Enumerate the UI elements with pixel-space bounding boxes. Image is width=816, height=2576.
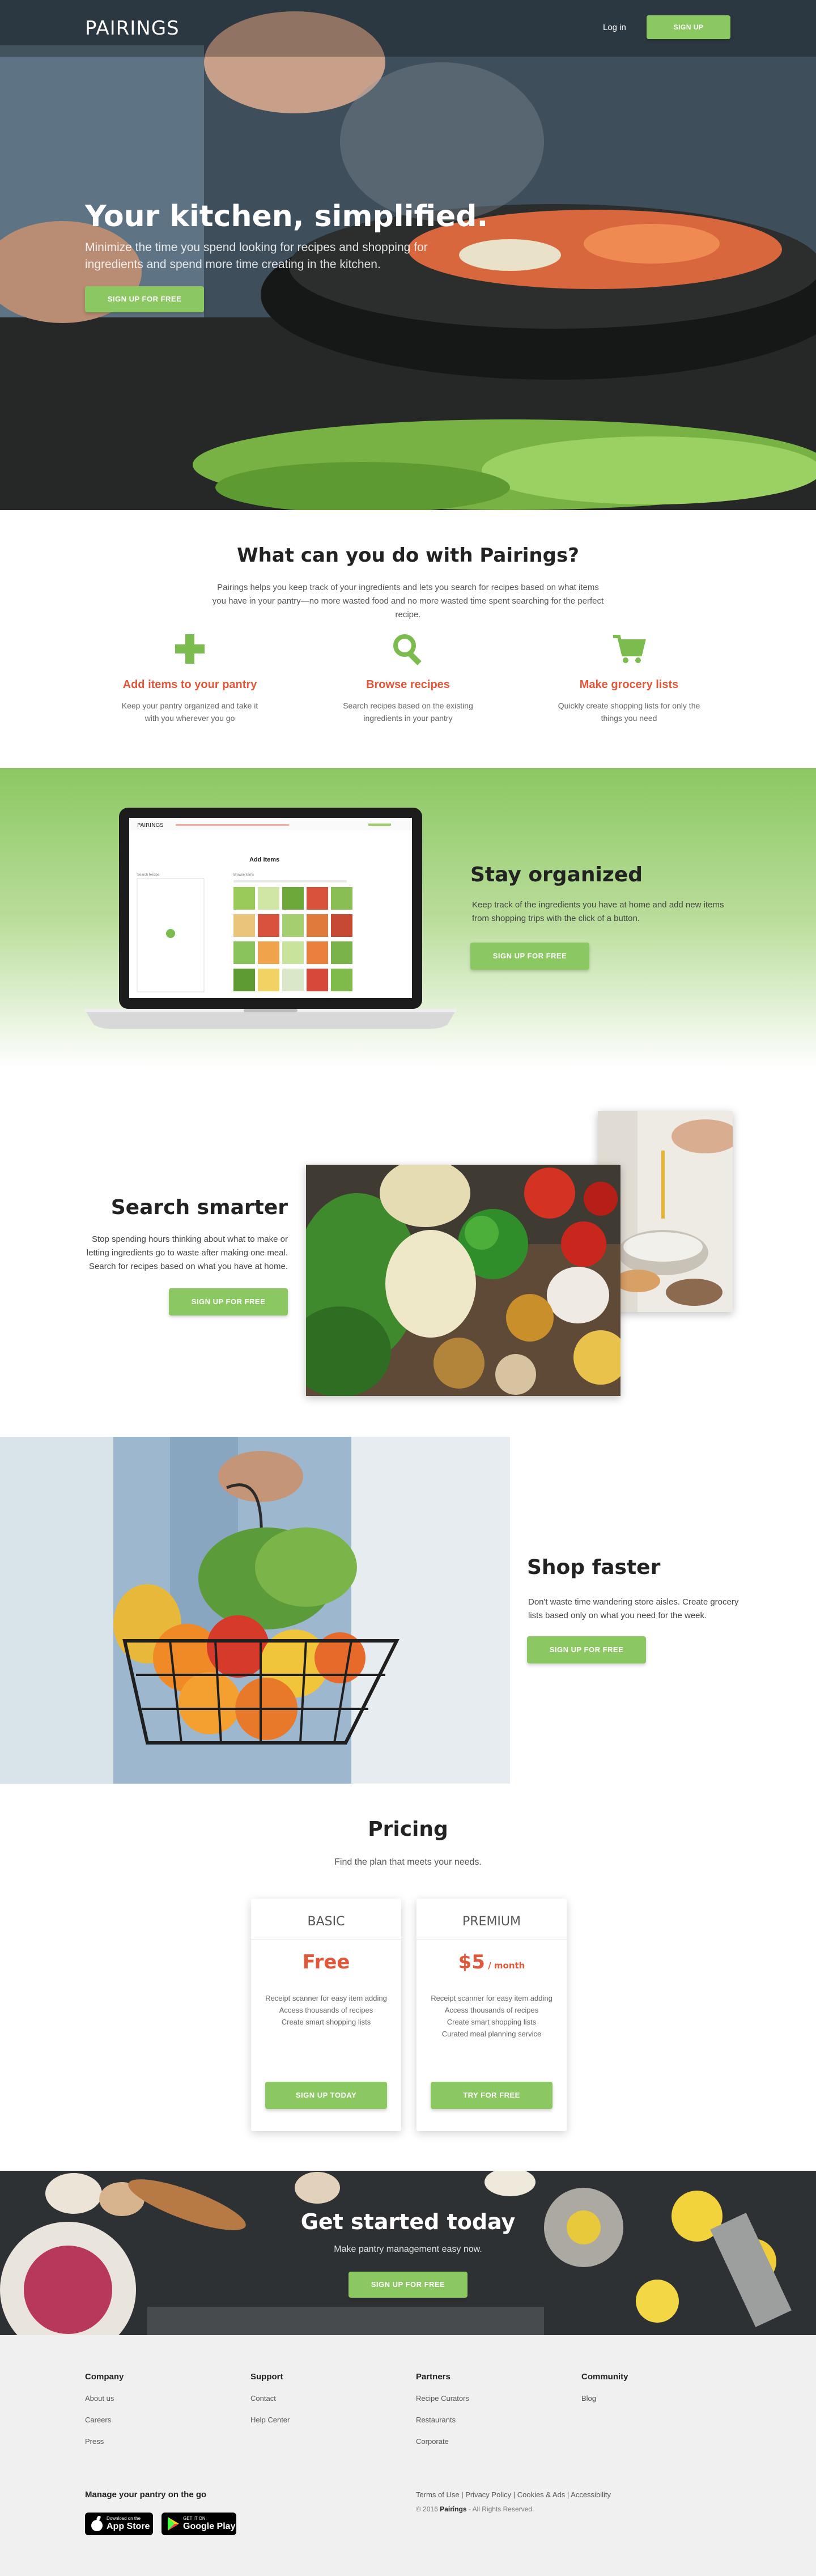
mockup-logo: PAIRINGS [137,822,164,829]
pricing-title: Pricing [368,1818,448,1841]
hero-subtitle: Minimize the time you spend looking for … [85,241,428,271]
terms-link[interactable]: Terms of Use [416,2490,460,2499]
plan-name: BASIC [307,1915,345,1929]
footer-link-careers[interactable]: Careers [85,2416,227,2424]
feature-desc: Quickly create shopping lists for only t… [558,701,700,723]
pricing-card-premium: PREMIUM $5 / month Receipt scanner for e… [416,1899,567,2131]
login-link[interactable]: Log in [603,23,626,32]
feature-title: Make grocery lists [579,678,679,691]
plan-features: Receipt scanner for easy item adding Acc… [251,1992,401,2028]
hero-title: Your kitchen, simplified. [85,200,488,234]
footer-link-contact[interactable]: Contact [250,2394,392,2403]
organized-signup-button[interactable]: SIGN UP FOR FREE [470,943,589,970]
footer: Company About us Careers Press Support C… [0,2335,816,2576]
google-play-small-text: GET IT ON [183,2516,206,2521]
footer-link-curators[interactable]: Recipe Curators [416,2394,558,2403]
shop-signup-button[interactable]: SIGN UP FOR FREE [527,1636,646,1663]
plan-feature: Receipt scanner for easy item adding [265,1994,387,2002]
top-navbar: PAIRINGS Log in SIGN UP [0,0,816,57]
vegetables-photo [306,1165,620,1396]
organized-title: Stay organized [470,863,643,886]
plan-features: Receipt scanner for easy item adding Acc… [416,1992,567,2040]
footer-column-community: Community Blog [581,2372,723,2416]
footer-column-support: Support Contact Help Center [250,2372,392,2437]
basket-photo [0,1437,510,1784]
feature-add-items: Add items to your pantry Keep your pantr… [116,632,264,724]
search-desc: Stop spending hours thinking about what … [86,1234,288,1271]
get-started-title: Get started today [300,2209,516,2234]
plan-feature: Receipt scanner for easy item adding [431,1994,552,2002]
get-started-signup-button[interactable]: SIGN UP FOR FREE [348,2272,468,2298]
shop-desc: Don't waste time wandering store aisles.… [528,1597,739,1620]
features-title: What can you do with Pairings? [237,544,579,567]
footer-heading: Community [581,2372,628,2382]
accessibility-link[interactable]: Accessibility [571,2490,611,2499]
app-store-label: App Store [107,2522,150,2531]
legal-links: Terms of Use | Privacy Policy | Cookies … [416,2490,611,2499]
brand-logo[interactable]: PAIRINGS [85,17,180,40]
cart-icon [613,635,646,663]
footer-link-corporate[interactable]: Corporate [416,2437,558,2446]
search-title: Search smarter [110,1196,288,1219]
search-icon [393,634,422,665]
features-intro: Pairings helps you keep track of your in… [212,583,604,619]
mockup-heading: Add Items [249,856,279,863]
feature-title: Add items to your pantry [122,678,257,691]
laptop-app-mockup: PAIRINGS Add Items Search Recipe Browse … [85,808,456,1029]
cookies-link[interactable]: Cookies & Ads [517,2490,566,2499]
pricing-subtitle: Find the plan that meets your needs. [334,1857,482,1867]
apple-icon [91,2516,103,2531]
features-section: What can you do with Pairings? Pairings … [0,510,816,768]
footer-column-company: Company About us Careers Press [85,2372,227,2459]
footer-heading: Partners [416,2372,450,2382]
plan-feature: Access thousands of recipes [444,2006,539,2014]
mockup-search-label: Search Recipe [137,873,160,877]
get-started-section: Get started today Make pantry management… [0,2171,816,2335]
signup-button[interactable]: SIGN UP [647,15,730,39]
feature-grocery-lists: Make grocery lists Quickly create shoppi… [555,632,703,724]
footer-link-press[interactable]: Press [85,2437,227,2446]
privacy-link[interactable]: Privacy Policy [465,2490,511,2499]
footer-link-about[interactable]: About us [85,2394,227,2403]
app-store-badge[interactable]: Download on the App Store [85,2513,153,2535]
get-started-subtitle: Make pantry management easy now. [334,2244,482,2254]
google-play-icon [168,2517,179,2531]
footer-heading: Company [85,2372,124,2382]
feature-title: Browse recipes [366,678,450,691]
feature-browse-recipes: Browse recipes Search recipes based on t… [334,632,482,724]
shop-section: Shop faster Don't waste time wandering s… [0,1437,816,1784]
plan-feature: Curated meal planning service [441,2030,542,2038]
mockup-browse-label: Browse items [233,873,254,877]
footer-link-restaurants[interactable]: Restaurants [416,2416,558,2424]
google-play-badge[interactable]: GET IT ON Google Play [162,2513,236,2535]
organized-section: PAIRINGS Add Items Search Recipe Browse … [0,768,816,1068]
search-signup-button[interactable]: SIGN UP FOR FREE [169,1288,288,1315]
google-play-label: Google Play [183,2522,236,2531]
manage-on-the-go: Manage your pantry on the go [85,2490,207,2499]
plan-feature: Create smart shopping lists [447,2018,537,2026]
plus-icon [175,634,205,664]
hero-signup-button[interactable]: SIGN UP FOR FREE [85,286,204,312]
feature-desc: Search recipes based on the existing ing… [343,701,473,723]
footer-heading: Support [250,2372,283,2382]
plan-name: PREMIUM [462,1915,521,1929]
basic-signup-button[interactable]: SIGN UP TODAY [265,2082,387,2109]
pricing-card-basic: BASIC Free Receipt scanner for easy item… [251,1899,401,2131]
plan-price: $5 / month [458,1951,525,1974]
app-store-small-text: Download on the [107,2516,141,2521]
pricing-section: Pricing Find the plan that meets your ne… [0,1784,816,2171]
copyright: © 2016 Pairings - All Rights Reserved. [416,2505,534,2513]
feature-desc: Keep your pantry organized and take it w… [121,701,258,723]
footer-column-partners: Partners Recipe Curators Restaurants Cor… [416,2372,558,2459]
organized-desc: Keep track of the ingredients you have a… [472,900,724,923]
search-section: Search smarter Stop spending hours think… [0,1068,816,1437]
footer-link-help[interactable]: Help Center [250,2416,392,2424]
plan-feature: Access thousands of recipes [279,2006,373,2014]
shop-title: Shop faster [527,1556,661,1579]
plan-feature: Create smart shopping lists [281,2018,371,2026]
plan-price: Free [302,1951,350,1974]
footer-link-blog[interactable]: Blog [581,2394,723,2403]
premium-trial-button[interactable]: TRY FOR FREE [431,2082,552,2109]
hero-section: PAIRINGS Log in SIGN UP Your kitchen, si… [0,0,816,510]
